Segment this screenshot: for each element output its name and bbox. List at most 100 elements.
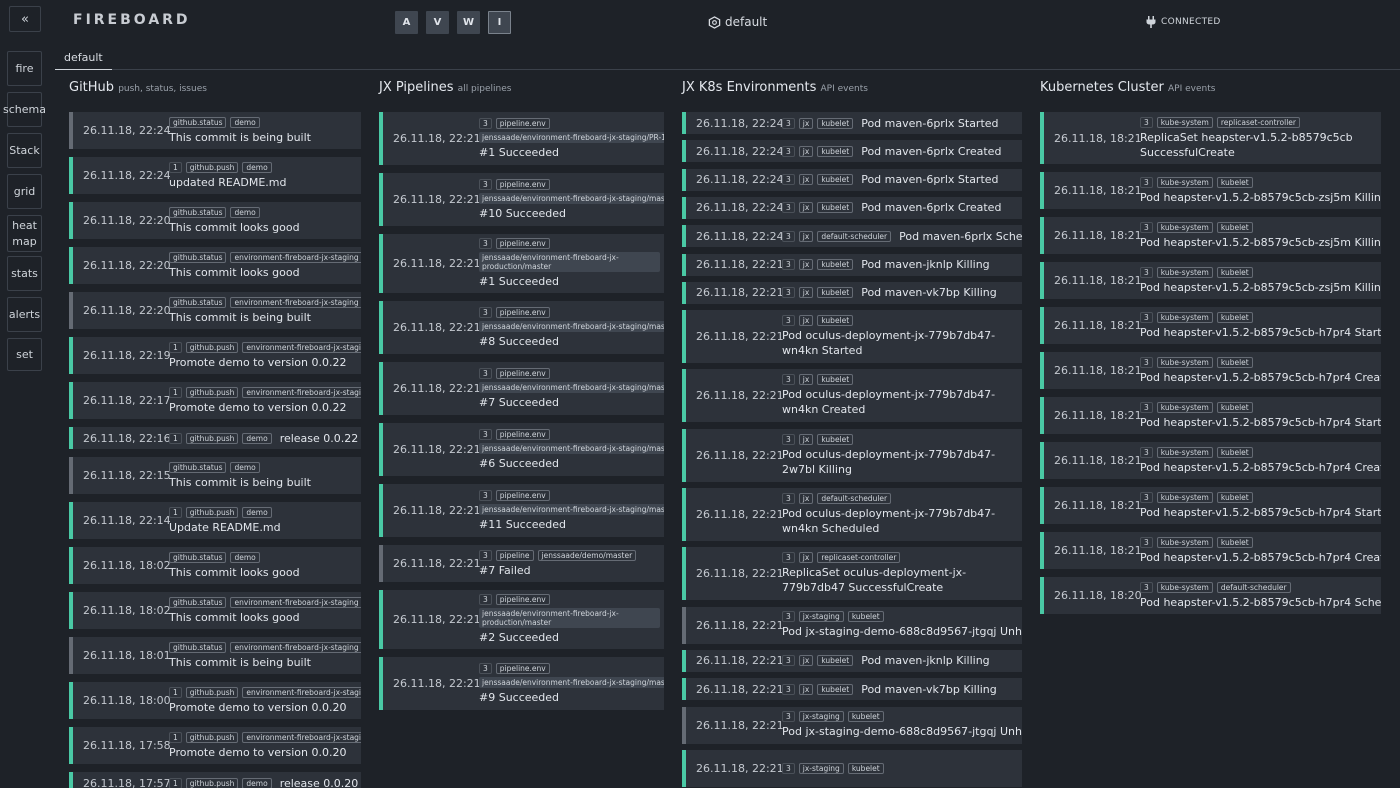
event-tag[interactable]: kube-system bbox=[1156, 446, 1213, 458]
event-card[interactable]: 26.11.18, 18:00 1 github.push environment-f… bbox=[69, 682, 361, 719]
tab-default[interactable]: default bbox=[55, 46, 112, 70]
event-tag[interactable]: pipeline.env bbox=[495, 306, 550, 318]
event-tag[interactable]: github.push bbox=[185, 731, 239, 743]
event-card[interactable]: 26.11.18, 22:21 3 jx kubelet Pod oculus-depl… bbox=[682, 428, 1022, 482]
event-card[interactable]: 26.11.18, 22:21 3 jx kubelet Pod oculus-depl… bbox=[682, 369, 1022, 423]
event-tag[interactable]: 3 bbox=[479, 428, 492, 440]
event-tag[interactable]: 3 bbox=[782, 374, 795, 386]
event-tag[interactable]: 1 bbox=[169, 432, 182, 444]
event-tag[interactable]: environment-fireboard-jx-staging bbox=[242, 386, 361, 398]
event-tag[interactable]: jx bbox=[798, 117, 814, 129]
event-tag[interactable]: 1 bbox=[169, 506, 182, 518]
event-tag[interactable]: kubelet bbox=[817, 683, 854, 695]
event-tag[interactable]: kubelet bbox=[847, 762, 884, 774]
event-tag[interactable]: kubelet bbox=[817, 174, 854, 186]
event-tag[interactable]: 3 bbox=[1140, 491, 1153, 503]
event-tag[interactable]: 3 bbox=[479, 489, 492, 501]
event-tag[interactable]: 3 bbox=[479, 238, 492, 249]
event-card[interactable]: 26.11.18, 18:02 github.status demo This com… bbox=[69, 547, 361, 584]
event-tag[interactable]: 3 bbox=[1140, 536, 1153, 548]
event-tag[interactable]: 3 bbox=[1140, 311, 1153, 323]
event-tag[interactable]: kubelet bbox=[817, 315, 854, 327]
event-card[interactable]: 26.11.18, 22:21 3 pipeline.env jenssaade/en… bbox=[379, 590, 664, 649]
event-tag[interactable]: github.push bbox=[185, 506, 239, 518]
event-tag[interactable]: jx bbox=[798, 683, 814, 695]
event-tag[interactable]: 3 bbox=[782, 230, 795, 242]
event-tag[interactable]: 3 bbox=[782, 259, 795, 270]
sidebar-item-stack[interactable]: Stack bbox=[7, 133, 42, 168]
event-tag[interactable]: kubelet bbox=[1216, 266, 1253, 278]
event-tag[interactable]: demo bbox=[230, 551, 260, 563]
event-tag[interactable]: default-scheduler bbox=[817, 230, 892, 242]
event-card[interactable]: 26.11.18, 22:21 3 pipeline.env jenssaade/en… bbox=[379, 362, 664, 415]
event-tag[interactable]: 3 bbox=[782, 762, 795, 774]
event-tag[interactable]: kubelet bbox=[817, 145, 854, 157]
event-tag[interactable]: jx bbox=[798, 259, 814, 270]
event-card[interactable]: 26.11.18, 22:21 3 pipeline.env jenssaade/en… bbox=[379, 234, 664, 293]
event-tag[interactable]: kube-system bbox=[1156, 221, 1213, 233]
event-tag[interactable]: jx bbox=[798, 552, 814, 564]
event-tag[interactable]: pipeline.env bbox=[495, 238, 550, 249]
event-tag[interactable]: kube-system bbox=[1156, 536, 1213, 548]
event-tag[interactable]: default-scheduler bbox=[1216, 581, 1291, 593]
pipeline-path[interactable]: jenssaade/environment-fireboard-jx-produ… bbox=[479, 252, 660, 272]
event-tag[interactable]: kubelet bbox=[817, 433, 854, 445]
event-card[interactable]: 26.11.18, 22:24 1 github.push demo updated R… bbox=[69, 157, 361, 194]
pipeline-path[interactable]: jenssaade/environment-fireboard-jx-stagi… bbox=[479, 676, 664, 688]
event-tag[interactable]: 3 bbox=[782, 493, 795, 504]
event-card[interactable]: 26.11.18, 18:02 github.status environment-… bbox=[69, 592, 361, 629]
event-tag[interactable]: demo bbox=[230, 461, 260, 473]
event-tag[interactable]: github.status bbox=[169, 116, 227, 128]
event-card[interactable]: 26.11.18, 22:21 3 pipeline.env jenssaade/en… bbox=[379, 657, 664, 710]
event-tag[interactable]: 3 bbox=[782, 552, 795, 564]
pipeline-path[interactable]: jenssaade/environment-fireboard-jx-stagi… bbox=[479, 131, 664, 143]
event-tag[interactable]: demo bbox=[242, 506, 272, 518]
event-tag[interactable]: environment-fireboard-jx-staging bbox=[242, 341, 361, 353]
event-tag[interactable]: 3 bbox=[479, 662, 492, 674]
event-card[interactable]: 26.11.18, 22:14 1 github.push demo Update RE… bbox=[69, 502, 361, 539]
sidebar-item-alerts[interactable]: alerts bbox=[7, 297, 42, 332]
pipeline-path[interactable]: jenssaade/environment-fireboard-jx-produ… bbox=[479, 608, 660, 628]
event-tag[interactable]: 1 bbox=[169, 777, 182, 788]
event-card[interactable]: 26.11.18, 22:24 3 jx kubelet Pod maven-6prlx… bbox=[682, 140, 1022, 163]
event-card[interactable]: 26.11.18, 18:21 3 kube-system kubelet Pod he… bbox=[1040, 487, 1381, 524]
event-tag[interactable]: kubelet bbox=[1216, 356, 1253, 368]
event-card[interactable]: 26.11.18, 22:24 3 jx default-scheduler Pod m… bbox=[682, 225, 1022, 248]
event-tag[interactable]: kubelet bbox=[817, 117, 854, 129]
event-tag[interactable]: kubelet bbox=[817, 655, 854, 667]
event-tag[interactable]: demo bbox=[230, 206, 260, 218]
event-card[interactable]: 26.11.18, 22:21 3 pipeline.env jenssaade/en… bbox=[379, 423, 664, 476]
event-tag[interactable]: kube-system bbox=[1156, 266, 1213, 278]
event-card[interactable]: 26.11.18, 22:21 3 jx kubelet Pod maven-vk7bp… bbox=[682, 281, 1022, 304]
sidebar-item-stats[interactable]: stats bbox=[7, 256, 42, 291]
event-card[interactable]: 26.11.18, 22:20 github.status environment-… bbox=[69, 292, 361, 329]
event-card[interactable]: 26.11.18, 22:21 3 jx kubelet Pod maven-vk7bp… bbox=[682, 678, 1022, 701]
event-card[interactable]: 26.11.18, 22:21 3 jx replicaset-controller R… bbox=[682, 547, 1022, 601]
event-tag[interactable]: github.push bbox=[185, 432, 239, 444]
event-card[interactable]: 26.11.18, 22:24 3 jx kubelet Pod maven-6prlx… bbox=[682, 196, 1022, 219]
event-tag[interactable]: github.status bbox=[169, 206, 227, 218]
event-tag[interactable]: 3 bbox=[782, 145, 795, 157]
event-tag[interactable]: environment-fireboard-jx-staging bbox=[230, 596, 361, 608]
view-button-w[interactable]: W bbox=[457, 11, 480, 34]
event-card[interactable]: 26.11.18, 18:21 3 kube-system kubelet Pod he… bbox=[1040, 352, 1381, 389]
event-card[interactable]: 26.11.18, 22:24 3 jx kubelet Pod maven-6prlx… bbox=[682, 112, 1022, 134]
event-tag[interactable]: jx bbox=[798, 174, 814, 186]
sidebar-item-fire[interactable]: fire bbox=[7, 51, 42, 86]
event-card[interactable]: 26.11.18, 22:24 3 jx kubelet Pod maven-6prlx… bbox=[682, 168, 1022, 191]
event-tag[interactable]: 3 bbox=[479, 117, 492, 129]
event-card[interactable]: 26.11.18, 22:21 3 jx kubelet Pod maven-jknlp… bbox=[682, 649, 1022, 672]
sidebar-item-set[interactable]: set bbox=[7, 338, 42, 371]
event-tag[interactable]: 3 bbox=[479, 594, 492, 605]
event-tag[interactable]: 1 bbox=[169, 686, 182, 698]
event-tag[interactable]: jx bbox=[798, 202, 814, 214]
event-tag[interactable]: jx bbox=[798, 145, 814, 157]
view-button-v[interactable]: V bbox=[426, 11, 449, 34]
event-tag[interactable]: github.status bbox=[169, 251, 227, 263]
event-tag[interactable]: github.status bbox=[169, 461, 227, 473]
pipeline-path[interactable]: jenssaade/environment-fireboard-jx-stagi… bbox=[479, 192, 664, 204]
event-tag[interactable]: 3 bbox=[1140, 221, 1153, 233]
event-tag[interactable]: pipeline.env bbox=[495, 428, 550, 440]
event-tag[interactable]: demo bbox=[242, 161, 272, 173]
event-tag[interactable]: kubelet bbox=[1216, 401, 1253, 413]
